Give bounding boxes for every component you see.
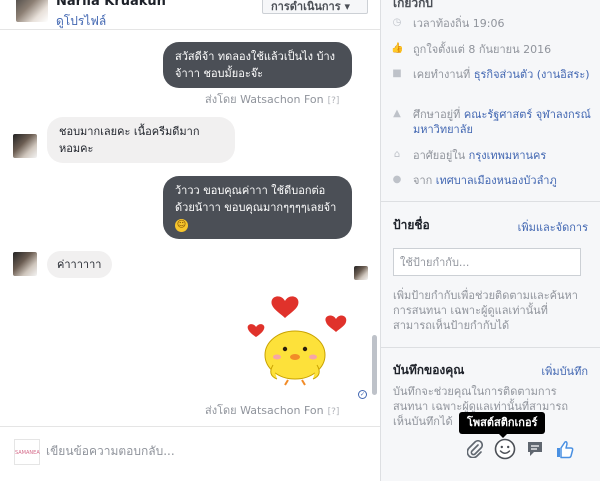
education-row: ▲ ศึกษาอยู่ที่ คณะรัฐศาสตร์ จุฬาลงกรณ์มห… [391, 107, 596, 137]
work-prefix: เคยทำงานที่ [413, 68, 474, 81]
briefcase-icon: ■ [392, 68, 402, 79]
sent-by-label: ส่งโดย Watsachon Fon [?] [205, 401, 339, 419]
location-pin-icon: ● [392, 174, 402, 185]
seen-check-icon: ✓ [358, 390, 367, 399]
tag-input[interactable] [393, 248, 581, 276]
heart-icon [325, 315, 347, 332]
chick-sticker[interactable] [243, 287, 353, 387]
lives-link[interactable]: กรุงเทพมหานคร [469, 149, 547, 162]
message-bubble-incoming[interactable]: ชอบมากเลยคะ เนื้อครีมดีมาก หอมคะ [47, 117, 235, 163]
graduation-cap-icon: ▲ [393, 108, 401, 119]
local-time-row: ◷ เวลาท้องถิ่น 19:06 [391, 16, 596, 31]
smiley-icon[interactable] [493, 436, 517, 462]
like-icon: 👍 [391, 43, 404, 54]
chat-scrollbar[interactable] [372, 335, 377, 395]
comment-icon[interactable] [523, 436, 547, 462]
work-link[interactable]: ธุรกิจส่วนตัว (งานอิสระ) [474, 68, 590, 81]
read-receipt-avatar [354, 266, 368, 280]
lives-prefix: อาศัยอยู่ใน [413, 149, 469, 162]
message-bubble-incoming[interactable]: ค่าาาาาา [47, 251, 112, 278]
tags-heading: ป้ายชื่อ [393, 218, 430, 232]
sent-by-help[interactable]: [?] [328, 96, 340, 106]
lives-row: ⌂ อาศัยอยู่ใน กรุงเทพมหานคร [391, 148, 596, 163]
thumbs-up-icon[interactable] [553, 436, 577, 462]
local-time-text: เวลาท้องถิ่น 19:06 [413, 17, 505, 30]
message-bubble-outgoing[interactable]: สวัสดีจ้า ทดลองใช้แล้วเป็นไง บ้างจ้าาา ช… [163, 42, 352, 88]
chat-panel: Narila Kruakun ดูโปรไฟล์ การดำเนินการ ▾ … [0, 0, 381, 481]
about-heading: เกี่ยวกับ [393, 0, 434, 10]
sent-by-help[interactable]: [?] [328, 407, 340, 417]
view-profile-link[interactable]: ดูโปรไฟล์ [56, 12, 106, 31]
clock-icon: ◷ [392, 17, 402, 28]
contact-avatar-small [13, 252, 37, 276]
from-row: ● จาก เทศบาลเมืองหนองบัวลำภู [391, 173, 596, 188]
sent-by-label: ส่งโดย Watsachon Fon [?] [205, 90, 339, 108]
tags-description: เพิ่มป้ายกำกับเพื่อช่วยติดตามและค้นหาการ… [393, 289, 578, 332]
sticker-tooltip: โพสต์สติกเกอร์ [459, 412, 546, 434]
add-manage-tags-link[interactable]: เพิ่มและจัดการ [518, 218, 588, 236]
home-icon: ⌂ [393, 149, 401, 160]
add-note-link[interactable]: เพิ่มบันทึก [541, 362, 588, 380]
page-avatar: SAMANEA [14, 439, 40, 465]
compose-bar: SAMANEA [0, 426, 380, 481]
heart-icon [247, 324, 265, 337]
divider [381, 201, 600, 202]
contact-avatar[interactable] [16, 0, 48, 22]
contact-name[interactable]: Narila Kruakun [56, 0, 166, 9]
compose-toolbar [459, 436, 589, 466]
reply-input[interactable] [46, 441, 346, 461]
paperclip-icon[interactable] [463, 436, 487, 462]
liked-since-text: ถูกใจตั้งแต่ 8 กันยายน 2016 [413, 43, 552, 56]
notes-heading: บันทึกของคุณ [393, 363, 465, 377]
contact-avatar-small [13, 134, 37, 158]
divider [381, 347, 600, 348]
message-bubble-outgoing[interactable]: ว้าวว ขอบคุณค่าาา ใช้ดีบอกต่อด้วยน้าาา ข… [163, 176, 352, 239]
actions-dropdown[interactable]: การดำเนินการ ▾ [262, 0, 368, 14]
liked-since-row: 👍 ถูกใจตั้งแต่ 8 กันยายน 2016 [391, 42, 596, 57]
sent-by-text: ส่งโดย Watsachon Fon [205, 404, 324, 417]
smiley-emoji-icon: ☺ [175, 218, 188, 232]
education-prefix: ศึกษาอยู่ที่ [413, 108, 464, 121]
from-link[interactable]: เทศบาลเมืองหนองบัวลำภู [436, 174, 557, 187]
info-panel: เกี่ยวกับ ◷ เวลาท้องถิ่น 19:06 👍 ถูกใจตั… [381, 0, 600, 481]
sent-by-text: ส่งโดย Watsachon Fon [205, 93, 324, 106]
heart-icon [271, 296, 299, 318]
message-text: ว้าวว ขอบคุณค่าาา ใช้ดีบอกต่อด้วยน้าาา ข… [175, 184, 337, 214]
chat-header: Narila Kruakun ดูโปรไฟล์ การดำเนินการ ▾ [0, 0, 380, 31]
work-row: ■ เคยทำงานที่ ธุรกิจส่วนตัว (งานอิสระ) [391, 67, 596, 82]
from-prefix: จาก [413, 174, 436, 187]
